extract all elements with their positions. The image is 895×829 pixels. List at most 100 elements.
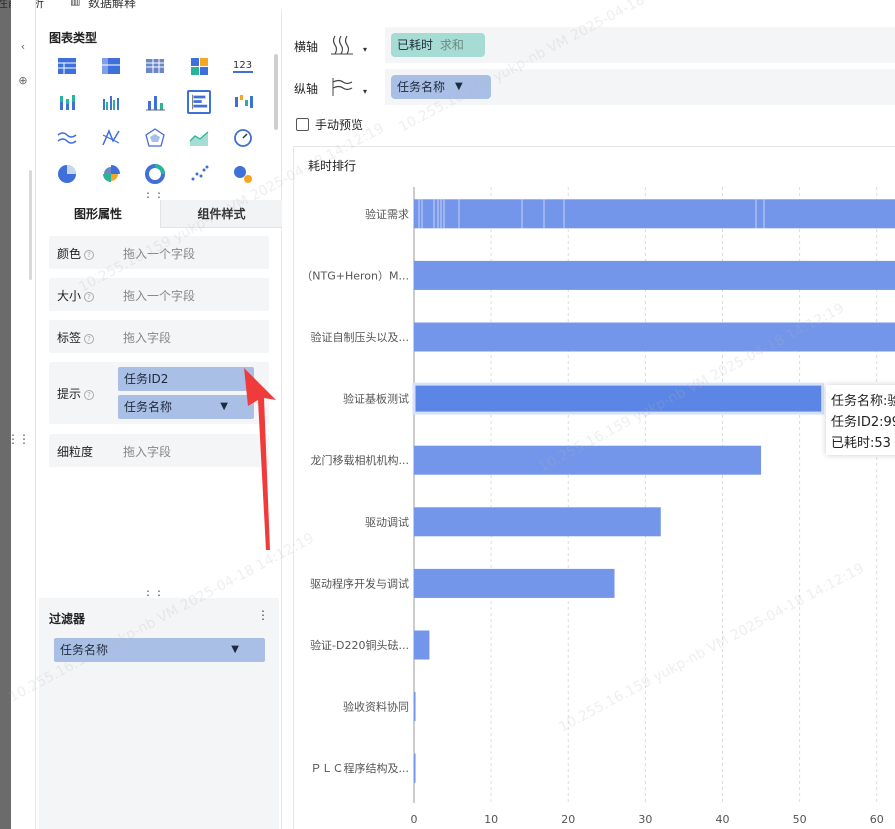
- manual-preview-toggle[interactable]: 手动预览: [296, 116, 363, 133]
- tab-graphic-properties[interactable]: 图形属性: [36, 200, 160, 228]
- manual-preview-label: 手动预览: [315, 118, 364, 132]
- bar[interactable]: [414, 630, 430, 660]
- side-scrollbar[interactable]: [29, 170, 32, 280]
- granularity-drop-zone[interactable]: 拖入字段: [123, 443, 171, 460]
- bar-chart-icon[interactable]: [187, 90, 211, 114]
- x-tick-label: 10: [484, 813, 498, 826]
- vertical-axis-icon[interactable]: [331, 76, 353, 98]
- filter-section: 过滤器 ⋮ 任务名称 ▼: [39, 598, 279, 829]
- tooltip-field-pill[interactable]: 任务ID2: [118, 367, 254, 391]
- window-edge: [0, 0, 11, 829]
- tooltip-field-pill[interactable]: 任务名称 ▼: [118, 395, 254, 419]
- area-chart-icon[interactable]: [187, 126, 211, 150]
- waterfall-icon[interactable]: [231, 90, 255, 114]
- tooltip-label: 提示?: [57, 385, 95, 402]
- scatter-chart-icon[interactable]: [187, 162, 211, 186]
- x-axis-label: 横轴: [294, 40, 319, 54]
- x-axis-field-pill[interactable]: 已耗时 求和: [391, 33, 485, 57]
- x-tick-label: 0: [411, 813, 418, 826]
- label-drop-zone[interactable]: 拖入字段: [123, 329, 171, 346]
- column-chart-icon[interactable]: [143, 90, 167, 114]
- chevron-down-icon[interactable]: ▾: [363, 87, 367, 96]
- label-property: 标签? 拖入字段: [49, 320, 269, 353]
- tooltip-property: 提示? 任务ID2 任务名称 ▼: [49, 362, 269, 424]
- help-icon[interactable]: ?: [84, 389, 95, 400]
- chevron-left-icon[interactable]: ‹: [16, 40, 30, 54]
- bar[interactable]: [412, 382, 825, 415]
- tooltip-line-elapsed: 已耗时:53: [831, 436, 891, 451]
- y-axis-field-pill[interactable]: 任务名称 ▼: [391, 75, 491, 99]
- bar[interactable]: [414, 260, 895, 290]
- filter-funnel-icon[interactable]: ▼: [231, 638, 239, 662]
- y-category-label: 验证需求: [365, 207, 409, 221]
- color-drop-zone[interactable]: 拖入一个字段: [123, 245, 195, 262]
- size-label: 大小?: [57, 287, 95, 304]
- bar[interactable]: [414, 753, 416, 783]
- label-label: 标签?: [57, 329, 95, 346]
- property-tabs: 图形属性 组件样式: [36, 200, 282, 228]
- red-arrow-annotation: [244, 368, 276, 550]
- detail-table-icon[interactable]: [143, 54, 167, 78]
- bar[interactable]: [414, 507, 661, 537]
- x-tick-label: 40: [715, 813, 729, 826]
- cross-table-icon[interactable]: [99, 54, 123, 78]
- bubble-chart-icon[interactable]: [231, 162, 255, 186]
- y-axis-drop-zone[interactable]: 任务名称 ▼: [385, 69, 895, 105]
- chart-type-scrollbar[interactable]: [274, 54, 278, 130]
- granularity-label: 细粒度: [57, 445, 94, 459]
- filter-funnel-icon[interactable]: ▼: [220, 395, 228, 419]
- size-property: 大小? 拖入一个字段: [49, 278, 269, 311]
- size-drop-zone[interactable]: 拖入一个字段: [123, 287, 195, 304]
- y-category-label: 验收资料协同: [343, 700, 409, 714]
- gauge-icon[interactable]: [231, 126, 255, 150]
- table-icon[interactable]: [55, 54, 79, 78]
- top-tab-strip: 性能分析 ▥ 数据解释: [0, 0, 300, 10]
- more-menu-icon[interactable]: ⋮: [257, 608, 269, 622]
- y-axis-row: 纵轴 ▾ 任务名称 ▼: [283, 69, 895, 105]
- y-category-label: ＰＬＣ程序结构及...: [311, 761, 410, 775]
- y-axis-label: 纵轴: [294, 82, 319, 96]
- y-category-label: 验证-D220铜头砝...: [310, 638, 409, 652]
- tooltip-line-task-name: 任务名称:验证基板测试: [831, 394, 895, 409]
- x-tick-label: 30: [638, 813, 652, 826]
- granularity-property: 细粒度 拖入字段: [49, 434, 269, 467]
- y-category-label: （NTG+Heron）M...: [301, 269, 409, 282]
- resize-handle[interactable]: ⋮⋮: [7, 432, 30, 446]
- parallel-line-icon[interactable]: [99, 126, 123, 150]
- filter-funnel-icon[interactable]: ▼: [455, 75, 463, 99]
- filter-title: 过滤器: [49, 612, 86, 626]
- manual-preview-checkbox[interactable]: [296, 118, 309, 131]
- tile-chart-icon[interactable]: [187, 54, 211, 78]
- bar-chart: 0 10 20 30 40 50 60 验证需求 （NTG+Heron）M... 验证自制压头以及…: [301, 187, 895, 826]
- x-axis-drop-zone[interactable]: 已耗时 求和: [385, 27, 895, 63]
- help-icon[interactable]: ?: [84, 291, 95, 302]
- x-tick-label: 20: [561, 813, 575, 826]
- grouped-column-icon[interactable]: [99, 90, 123, 114]
- help-icon[interactable]: ?: [84, 333, 95, 344]
- bar[interactable]: [414, 568, 615, 598]
- y-category-label: 验证基板测试: [343, 392, 409, 406]
- chevron-down-icon[interactable]: ▾: [363, 45, 367, 54]
- stacked-column-icon[interactable]: [55, 90, 79, 114]
- filter-field-pill[interactable]: 任务名称 ▼: [54, 638, 265, 662]
- bar[interactable]: [414, 199, 895, 229]
- chart-designer: 横轴 ▾ 已耗时 求和 纵轴 ▾ 任务名称 ▼ 手动预览 0 10 20 30 …: [283, 10, 895, 829]
- radar-chart-icon[interactable]: [143, 126, 167, 150]
- help-icon[interactable]: ?: [84, 249, 95, 260]
- rose-chart-icon[interactable]: [99, 162, 123, 186]
- ring-chart-icon[interactable]: [143, 162, 167, 186]
- bar[interactable]: [414, 692, 416, 722]
- pie-chart-icon[interactable]: [55, 162, 79, 186]
- tab-component-style[interactable]: 组件样式: [160, 200, 282, 228]
- side-toolbar: ‹ ⊕ ⋮⋮: [7, 0, 36, 829]
- kpi-number-icon[interactable]: 123: [231, 54, 255, 78]
- chart-tooltip: 任务名称:验证基板测试 任务ID2:99 已耗时:53: [826, 385, 895, 455]
- bar[interactable]: [414, 322, 895, 352]
- top-tab-data-explain[interactable]: 数据解释: [88, 0, 136, 10]
- bar[interactable]: [414, 445, 762, 475]
- horizontal-axis-icon[interactable]: [331, 34, 353, 56]
- line-chart-icon[interactable]: [55, 126, 79, 150]
- plus-circle-icon[interactable]: ⊕: [16, 74, 30, 88]
- y-category-label: 驱动程序开发与调试: [310, 576, 409, 590]
- x-tick-label: 50: [793, 813, 807, 826]
